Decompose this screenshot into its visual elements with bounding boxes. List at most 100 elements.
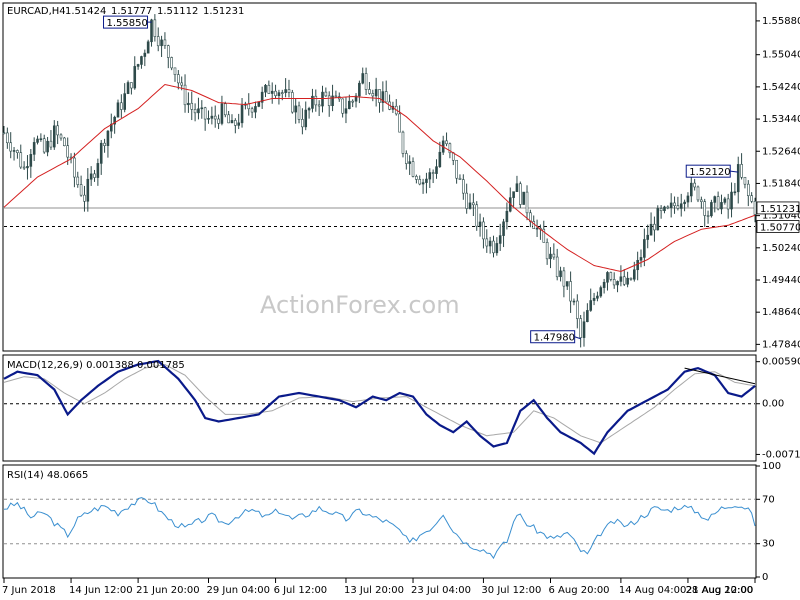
candle-body	[341, 98, 344, 114]
candle-body	[606, 272, 609, 283]
candle-body	[240, 104, 244, 124]
candle-body	[250, 108, 254, 113]
candle-body	[227, 114, 230, 124]
candle-body	[465, 192, 468, 209]
candle-body	[180, 82, 183, 86]
candle-body	[713, 196, 717, 203]
candle-body	[344, 108, 348, 114]
candle-body	[130, 82, 133, 89]
price-tick-label: 1.55880	[762, 16, 800, 27]
candle-body	[32, 142, 36, 155]
candle-body	[384, 91, 388, 103]
candle-body	[66, 145, 70, 158]
candle-body	[599, 287, 603, 297]
candle-body	[42, 138, 46, 153]
candle-body	[200, 107, 204, 110]
candle-body	[86, 178, 90, 202]
candle-body	[36, 138, 39, 143]
candle-body	[321, 91, 324, 107]
candle-body	[254, 106, 257, 113]
price-grid-lines	[4, 207, 755, 227]
candle-body	[220, 103, 224, 124]
chart-window: ActionForex.com 1.55850 1.52120 1.47980 1.…	[0, 0, 800, 600]
price-tick-label: 1.47840	[762, 339, 800, 350]
candle-body	[736, 164, 740, 193]
candle-body	[140, 56, 143, 65]
candle-body	[351, 100, 354, 103]
candle-body	[163, 39, 167, 46]
candle-body	[324, 91, 328, 97]
candle-body	[740, 164, 743, 178]
rsi-panel[interactable]: 100 70 30 0 RSI(14) 48.0665	[2, 461, 781, 583]
price-tick-label: 1.55040	[762, 50, 800, 61]
time-tick-label: 29 Jun 04:00	[207, 585, 271, 596]
candle-body	[123, 93, 126, 110]
candle-body	[234, 120, 237, 126]
candle-body	[458, 177, 462, 180]
candle-body	[277, 92, 281, 96]
price-tick-label: 1.52640	[762, 146, 800, 157]
candle-body	[415, 176, 418, 180]
candle-body	[646, 234, 650, 240]
time-tick-label: 14 Aug 04:00	[619, 585, 686, 596]
rsi-lines	[3, 497, 756, 560]
candle-body	[106, 130, 110, 146]
candle-body	[408, 161, 411, 164]
candle-body	[726, 198, 730, 210]
candle-body	[294, 105, 297, 113]
candle-body	[287, 89, 291, 93]
candle-body	[485, 238, 489, 247]
chart-svg: ActionForex.com 1.55850 1.52120 1.47980 1.…	[2, 2, 800, 596]
candle-body	[398, 113, 401, 133]
candle-body	[689, 182, 693, 197]
candle-body	[535, 227, 539, 230]
candle-body	[193, 109, 197, 114]
candle-body	[565, 281, 569, 287]
candle-body	[428, 172, 432, 180]
candle-body	[435, 166, 438, 174]
candle-body	[455, 159, 458, 179]
current-price-label: 1.51231	[760, 204, 800, 215]
candle-body	[46, 140, 49, 153]
candle-body	[676, 205, 680, 209]
candle-body	[267, 84, 271, 94]
candle-body	[659, 208, 663, 212]
candle-body	[79, 184, 83, 196]
macd-tick-label: -0.007118	[762, 449, 800, 460]
candle-body	[425, 178, 428, 183]
candle-body	[596, 295, 599, 299]
candle-body	[361, 73, 365, 84]
candle-body	[291, 92, 294, 113]
candle-body	[297, 105, 301, 120]
candle-body	[696, 186, 700, 201]
candle-body	[643, 239, 646, 258]
candle-body	[636, 259, 639, 271]
candle-body	[619, 276, 623, 282]
candle-body	[96, 163, 100, 178]
candle-body	[753, 200, 757, 215]
candle-body	[103, 142, 106, 146]
candle-body	[438, 151, 442, 167]
candle-body	[616, 281, 619, 286]
macd-panel-title: MACD(12,26,9) 0.001388 0.001785	[7, 360, 185, 371]
candle-body	[368, 89, 371, 94]
candle-body	[197, 108, 200, 114]
candle-body	[545, 242, 549, 260]
rsi-tick-label: 0	[762, 572, 768, 583]
candle-body	[468, 202, 472, 209]
candle-body	[213, 115, 217, 120]
macd-panel[interactable]: 0.005903 0.00 -0.007118 MACD(12,26,9) 0.00…	[2, 354, 800, 462]
candle-body	[549, 253, 552, 260]
candle-body	[589, 300, 593, 311]
candle-body	[679, 203, 683, 209]
candle-body	[579, 318, 582, 338]
candle-body	[207, 118, 210, 120]
candle-body	[76, 176, 80, 185]
candle-body	[505, 210, 509, 223]
candle-body	[2, 132, 6, 135]
candle-body	[304, 109, 308, 128]
candle-body	[49, 140, 53, 148]
candle-body	[666, 206, 670, 209]
candle-body	[230, 120, 234, 124]
candle-body	[136, 64, 140, 67]
